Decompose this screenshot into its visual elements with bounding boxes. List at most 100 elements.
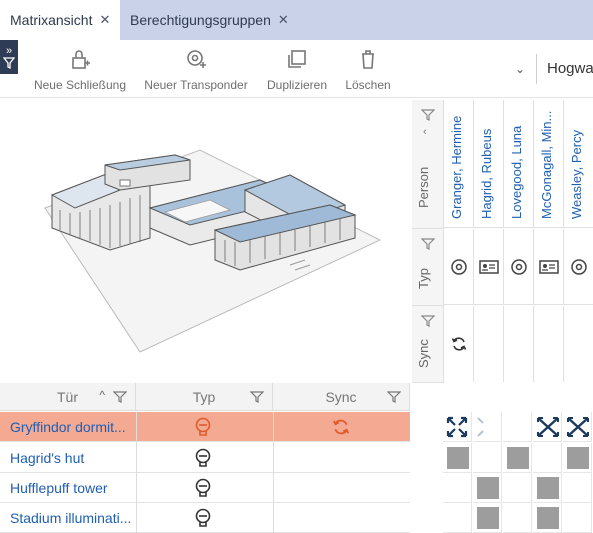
new-lock-button[interactable]: Neue Schließung [34, 48, 126, 92]
person-type-cell [534, 229, 564, 305]
column-header-door[interactable]: Tür ^ [0, 383, 136, 411]
column-divider [136, 412, 137, 533]
column-header-label: Tür [57, 389, 78, 405]
delete-label: Löschen [345, 78, 391, 92]
sync-label: Sync [416, 339, 431, 368]
person-type-cell [444, 229, 474, 305]
expand-faint-icon [477, 417, 484, 437]
matrix-cell[interactable] [563, 443, 592, 473]
access-matrix [443, 412, 593, 533]
authorization-block [447, 447, 469, 469]
transponder-icon [510, 258, 527, 275]
typ-label: Typ [416, 268, 431, 289]
person-sync-cell [564, 306, 593, 382]
table-row[interactable]: Stadium illuminati... [0, 503, 410, 533]
lock-cylinder-icon [195, 417, 211, 436]
matrix-cell[interactable] [563, 473, 592, 503]
sort-up-icon[interactable]: ^ [99, 388, 105, 402]
person-type-cell [474, 229, 504, 305]
column-header-sync[interactable]: Sync [273, 383, 410, 411]
matrix-cell[interactable] [533, 503, 562, 533]
table-row[interactable]: Hagrid's hut [0, 443, 410, 473]
filter-icon[interactable] [421, 237, 435, 251]
trash-icon [362, 50, 374, 69]
matrix-cell[interactable] [503, 443, 532, 473]
expand-sidepanel-button[interactable]: » [0, 40, 18, 74]
person-type-cell [564, 229, 593, 305]
tab-matrixansicht[interactable]: Matrixansicht ✕ [0, 0, 120, 40]
person-type-cell [504, 229, 534, 305]
building-illustration [44, 149, 382, 353]
sync-icon[interactable] [450, 335, 468, 353]
matrix-cell[interactable] [473, 443, 502, 473]
duplicate-button[interactable]: Duplizieren [265, 48, 329, 92]
cross-icon [537, 417, 559, 437]
close-icon[interactable]: ✕ [99, 12, 110, 28]
matrix-cell[interactable] [443, 443, 472, 473]
matrix-cell[interactable] [503, 412, 532, 442]
door-name[interactable]: Hufflepuff tower [10, 473, 108, 503]
delete-button[interactable]: Löschen [344, 48, 392, 92]
matrix-cell[interactable] [443, 503, 472, 533]
person-column-header[interactable]: Lovegood, Luna [504, 100, 534, 228]
filter-icon[interactable] [387, 390, 401, 404]
authorization-block [537, 477, 559, 499]
matrix-cell[interactable] [473, 473, 502, 503]
column-header-typ[interactable]: Typ [136, 383, 273, 411]
tab-berechtigungsgruppen[interactable]: Berechtigungsgruppen ✕ [120, 0, 295, 40]
transponder-icon [450, 258, 467, 275]
column-header-label: Sync [325, 389, 357, 405]
project-select[interactable]: Hogwarts [536, 54, 593, 84]
matrix-cell[interactable] [443, 473, 472, 503]
matrix-cell[interactable] [473, 503, 502, 533]
close-icon[interactable]: ✕ [278, 12, 289, 28]
door-name[interactable]: Hagrid's hut [10, 443, 84, 473]
person-column-header[interactable]: McGonagall, Min... [534, 100, 564, 228]
building-3d-view[interactable] [0, 100, 410, 380]
matrix-cell[interactable] [503, 503, 532, 533]
person-column-header[interactable]: Weasley, Percy [564, 100, 593, 228]
person-name: Hagrid, Rubeus [479, 128, 494, 219]
new-transponder-button[interactable]: Neuer Transponder [144, 48, 248, 92]
lock-add-icon [72, 50, 90, 69]
double-chevron-right-icon: » [5, 44, 13, 57]
filter-icon[interactable] [113, 390, 127, 404]
filter-icon[interactable] [250, 390, 264, 404]
door-name[interactable]: Gryffindor dormit... [10, 412, 126, 442]
person-row-label: ‹ Person [412, 100, 444, 229]
column-divider [273, 412, 274, 533]
matrix-cell[interactable] [533, 412, 562, 442]
expand-icon [446, 416, 468, 438]
sync-row-label: Sync [412, 306, 444, 383]
person-name: McGonagall, Min... [539, 110, 554, 219]
door-name[interactable]: Stadium illuminati... [10, 503, 131, 533]
lock-cylinder-icon [195, 478, 211, 497]
filter-icon[interactable] [421, 314, 435, 328]
chevron-down-icon[interactable]: ⌄ [515, 62, 525, 76]
matrix-cell[interactable] [503, 473, 532, 503]
filter-icon[interactable] [421, 108, 435, 122]
matrix-cell[interactable] [533, 473, 562, 503]
new-lock-label: Neue Schließung [33, 78, 127, 92]
table-row[interactable]: Hufflepuff tower [0, 473, 410, 503]
sync-icon[interactable] [331, 417, 351, 437]
authorization-block [477, 507, 499, 529]
matrix-cell[interactable] [563, 412, 592, 442]
matrix-cell[interactable] [473, 412, 502, 442]
person-name: Weasley, Percy [569, 129, 584, 219]
duplicate-label: Duplizieren [266, 78, 328, 92]
transponder-add-icon [187, 50, 206, 68]
person-column-header[interactable]: Hagrid, Rubeus [474, 100, 504, 228]
person-name: Lovegood, Luna [509, 125, 524, 219]
person-sync-cell [534, 306, 564, 382]
matrix-cell[interactable] [563, 503, 592, 533]
lock-cylinder-icon [195, 448, 211, 467]
new-transponder-label: Neuer Transponder [144, 78, 248, 92]
authorization-block [567, 447, 589, 469]
matrix-cell[interactable] [443, 412, 472, 442]
table-row[interactable]: Gryffindor dormit... [0, 412, 410, 442]
person-column-header[interactable]: Granger, Hermine [444, 100, 474, 228]
chevron-left-icon[interactable]: ‹ [423, 126, 427, 138]
matrix-cell[interactable] [533, 443, 562, 473]
person-label: Person [416, 166, 431, 208]
